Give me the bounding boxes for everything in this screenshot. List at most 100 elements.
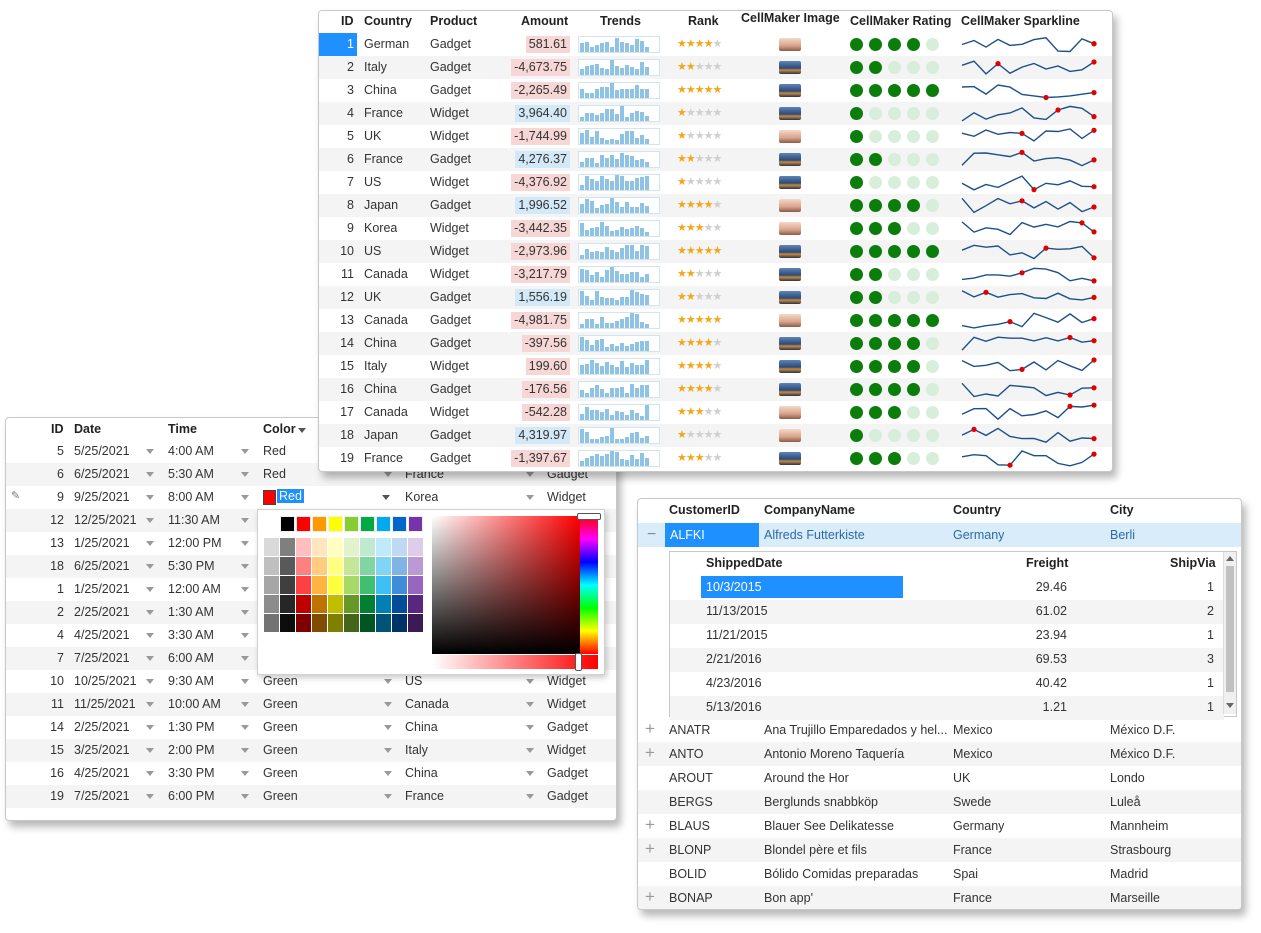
time-dropdown-icon[interactable]	[241, 702, 249, 707]
rating-dots[interactable]	[850, 61, 939, 74]
swatch[interactable]	[408, 538, 423, 556]
city-cell[interactable]: Luleå	[1110, 795, 1141, 809]
color-saturation-area[interactable]	[432, 516, 580, 654]
swatch[interactable]	[264, 557, 279, 575]
row-id-cell[interactable]: 8	[319, 194, 357, 217]
row-id-cell[interactable]: 17	[319, 401, 357, 424]
customer-row[interactable]: + ANATR Ana Trujillo Emparedados y hel... M…	[638, 718, 1241, 742]
country-cell[interactable]: UK	[364, 290, 381, 304]
swatch[interactable]	[392, 516, 407, 532]
scrollbar-thumb[interactable]	[1226, 566, 1234, 692]
color-cell[interactable]: Green	[263, 720, 298, 734]
country-cell[interactable]: US	[364, 175, 381, 189]
product-cell[interactable]: Gadget	[430, 198, 471, 212]
date-cell[interactable]: 1/25/2021	[74, 536, 130, 550]
country-cell[interactable]: US	[364, 244, 381, 258]
time-cell[interactable]: 8:00 AM	[168, 490, 214, 504]
country-cell[interactable]: Italy	[364, 359, 387, 373]
swatch[interactable]	[392, 576, 407, 594]
row-id-cell[interactable]: 11	[319, 263, 357, 286]
product-cell[interactable]: Widget	[430, 244, 469, 258]
time-dropdown-icon[interactable]	[241, 771, 249, 776]
swatch[interactable]	[296, 576, 311, 594]
product-row[interactable]: 17 Canada Widget -542.28 ★★★★★	[319, 401, 1112, 424]
customer-id-cell[interactable]: BERGS	[669, 795, 713, 809]
swatch[interactable]	[408, 614, 423, 632]
rating-dots[interactable]	[850, 107, 939, 120]
date-dropdown-icon[interactable]	[146, 656, 154, 661]
swatch[interactable]	[360, 516, 375, 532]
swatch[interactable]	[328, 557, 343, 575]
product-cell[interactable]: Gadget	[547, 720, 588, 734]
expand-icon[interactable]: +	[645, 887, 655, 907]
row-id-cell[interactable]: 14	[34, 720, 64, 734]
swatch[interactable]	[280, 595, 295, 613]
country-cell[interactable]: Korea	[364, 221, 397, 235]
date-dropdown-icon[interactable]	[146, 449, 154, 454]
swatch[interactable]	[264, 538, 279, 556]
color-cell[interactable]: Red	[263, 467, 286, 481]
swatch[interactable]	[376, 538, 391, 556]
schedule-row[interactable]: ✎ 9 9/25/2021 8:00 AM Red Korea Widget	[6, 486, 616, 509]
date-cell[interactable]: 6/25/2021	[74, 467, 130, 481]
date-dropdown-icon[interactable]	[146, 564, 154, 569]
rating-dots[interactable]	[850, 222, 939, 235]
row-id-cell[interactable]: 12	[319, 286, 357, 309]
swatch[interactable]	[344, 576, 359, 594]
date-cell[interactable]: 2/25/2021	[74, 605, 130, 619]
time-dropdown-icon[interactable]	[241, 725, 249, 730]
order-row[interactable]: 4/23/2016 40.42 1	[670, 672, 1224, 696]
order-row[interactable]: 10/3/2015 29.46 1	[670, 576, 1224, 600]
row-id-cell[interactable]: 6	[34, 467, 64, 481]
rank-stars[interactable]: ★★★★★	[677, 428, 722, 441]
customer-row[interactable]: + BLONP Blondel père et fils France Strasbou…	[638, 838, 1241, 862]
product-row[interactable]: 2 Italy Gadget -4,673.75 ★★★★★	[319, 56, 1112, 79]
product-cell[interactable]: Gadget	[430, 152, 471, 166]
company-cell[interactable]: Around the Hor	[764, 771, 948, 785]
row-id-cell[interactable]: 4	[319, 102, 357, 125]
swatch[interactable]	[408, 595, 423, 613]
swatch[interactable]	[408, 557, 423, 575]
alpha-slider[interactable]	[432, 655, 598, 669]
header-cellmaker-rating[interactable]: CellMaker Rating	[850, 14, 951, 28]
rank-stars[interactable]: ★★★★★	[677, 152, 722, 165]
swatch[interactable]	[296, 538, 311, 556]
row-id-cell[interactable]: 13	[34, 536, 64, 550]
header-id[interactable]: ID	[341, 14, 354, 28]
product-row[interactable]: 4 France Widget 3,964.40 ★★★★★	[319, 102, 1112, 125]
time-dropdown-icon[interactable]	[241, 518, 249, 523]
expand-icon[interactable]: +	[645, 743, 655, 763]
swatch[interactable]	[312, 516, 327, 532]
time-cell[interactable]: 6:00 AM	[168, 651, 214, 665]
time-dropdown-icon[interactable]	[241, 495, 249, 500]
header-amount[interactable]: Amount	[521, 14, 568, 28]
amount-cell[interactable]: -3,442.35	[511, 220, 570, 237]
rank-stars[interactable]: ★★★★★	[677, 129, 722, 142]
row-id-cell[interactable]: 11	[34, 697, 64, 711]
country-dropdown-icon[interactable]	[526, 725, 534, 730]
row-id-cell[interactable]: 14	[319, 332, 357, 355]
row-id-cell[interactable]: 1	[319, 33, 357, 56]
country-cell[interactable]: China	[405, 720, 438, 734]
rank-stars[interactable]: ★★★★★	[677, 382, 722, 395]
time-dropdown-icon[interactable]	[241, 564, 249, 569]
city-cell[interactable]: Strasbourg	[1110, 843, 1171, 857]
product-cell[interactable]: Gadget	[430, 60, 471, 74]
date-dropdown-icon[interactable]	[146, 495, 154, 500]
time-cell[interactable]: 5:30 PM	[168, 559, 215, 573]
shipped-date-cell[interactable]: 2/21/2016	[701, 648, 903, 670]
color-cell[interactable]: Red	[263, 444, 286, 458]
freight-cell[interactable]: 69.53	[970, 652, 1067, 666]
date-cell[interactable]: 7/25/2021	[74, 651, 130, 665]
row-id-cell[interactable]: 10	[319, 240, 357, 263]
date-dropdown-icon[interactable]	[146, 748, 154, 753]
product-cell[interactable]: Widget	[430, 267, 469, 281]
rank-stars[interactable]: ★★★★★	[677, 106, 722, 119]
date-cell[interactable]: 7/25/2021	[74, 789, 130, 803]
time-cell[interactable]: 1:30 PM	[168, 720, 215, 734]
freight-cell[interactable]: 29.46	[970, 580, 1067, 594]
schedule-row[interactable]: 16 4/25/2021 3:30 PM Green China Gadget	[6, 762, 616, 785]
ship-via-cell[interactable]: 1	[1150, 676, 1214, 690]
country-cell[interactable]: Italy	[405, 743, 428, 757]
swatch[interactable]	[296, 614, 311, 632]
